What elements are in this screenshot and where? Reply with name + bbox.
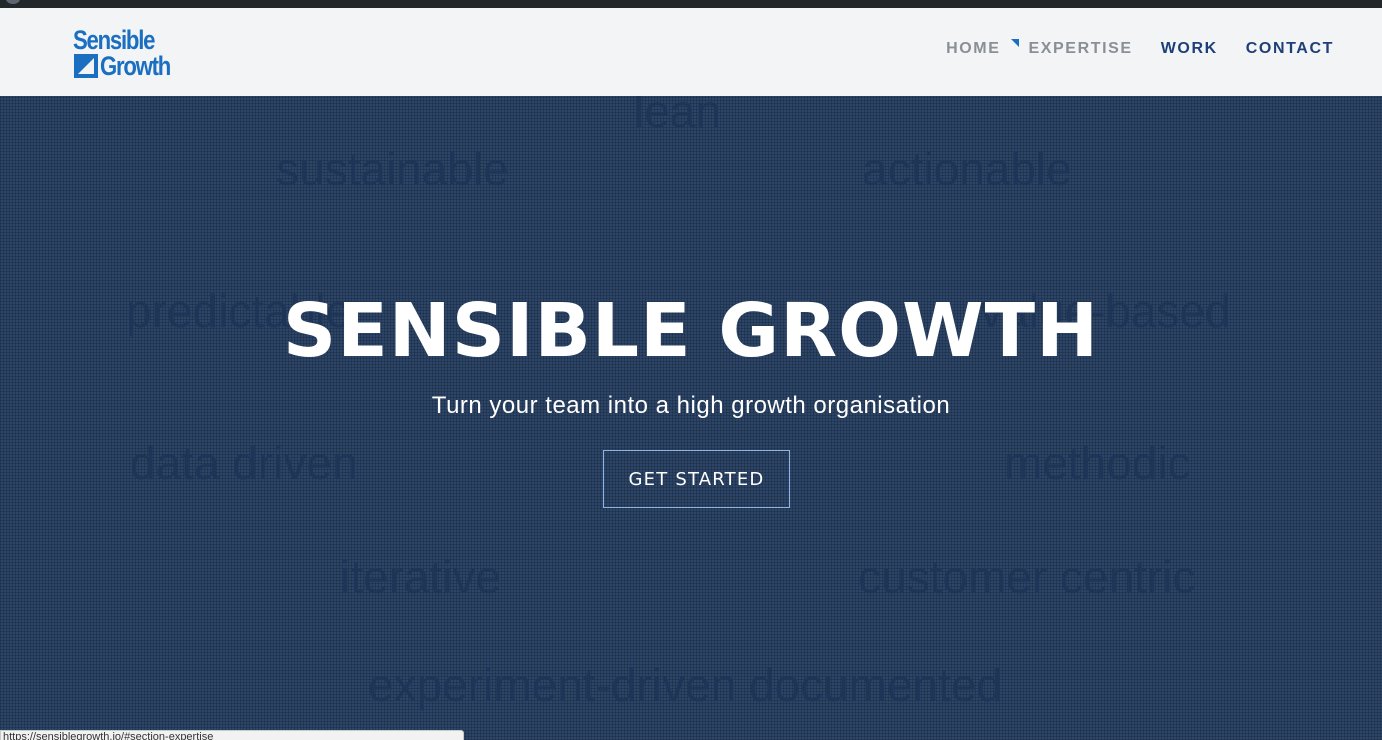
bg-word-actionable: actionable xyxy=(862,143,1072,195)
hero-section: lean sustainable actionable predictable … xyxy=(0,96,1382,740)
bg-word-iterative: iterative xyxy=(340,551,502,603)
nav-home[interactable]: HOME xyxy=(946,40,1000,58)
browser-status-bar: https://sensiblegrowth.io/#section-exper… xyxy=(0,730,464,740)
bg-word-methodic: methodic xyxy=(1004,437,1191,489)
bg-word-lean: lean xyxy=(634,96,721,137)
site-logo[interactable]: Sensible Growth xyxy=(73,25,183,85)
site-header: Sensible Growth HOME EXPERTISE WORK CONT… xyxy=(0,8,1382,96)
nav-work[interactable]: WORK xyxy=(1161,40,1218,58)
hero-subtitle: Turn your team into a high growth organi… xyxy=(431,392,951,419)
logo-mark-icon xyxy=(74,54,98,78)
bg-word-experiment-driven: experiment-driven documented xyxy=(368,659,1003,711)
bg-word-sustainable: sustainable xyxy=(276,143,509,195)
nav-expertise[interactable]: EXPERTISE xyxy=(1011,39,1133,58)
browser-top-strip xyxy=(0,0,1382,8)
logo-text-line2: Growth xyxy=(100,51,171,81)
get-started-button[interactable]: GET STARTED xyxy=(603,450,790,508)
mouse-cursor-icon xyxy=(1011,39,1020,47)
nav-expertise-label: EXPERTISE xyxy=(1028,40,1133,57)
bg-word-data-driven: data driven xyxy=(130,437,358,489)
nav-contact[interactable]: CONTACT xyxy=(1246,40,1334,58)
window-control-icon xyxy=(6,0,20,4)
hero-title: SENSIBLE GROWTH xyxy=(282,288,1100,374)
main-nav: HOME EXPERTISE WORK CONTACT xyxy=(946,39,1334,58)
bg-word-customer-centric: customer centric xyxy=(858,551,1196,603)
